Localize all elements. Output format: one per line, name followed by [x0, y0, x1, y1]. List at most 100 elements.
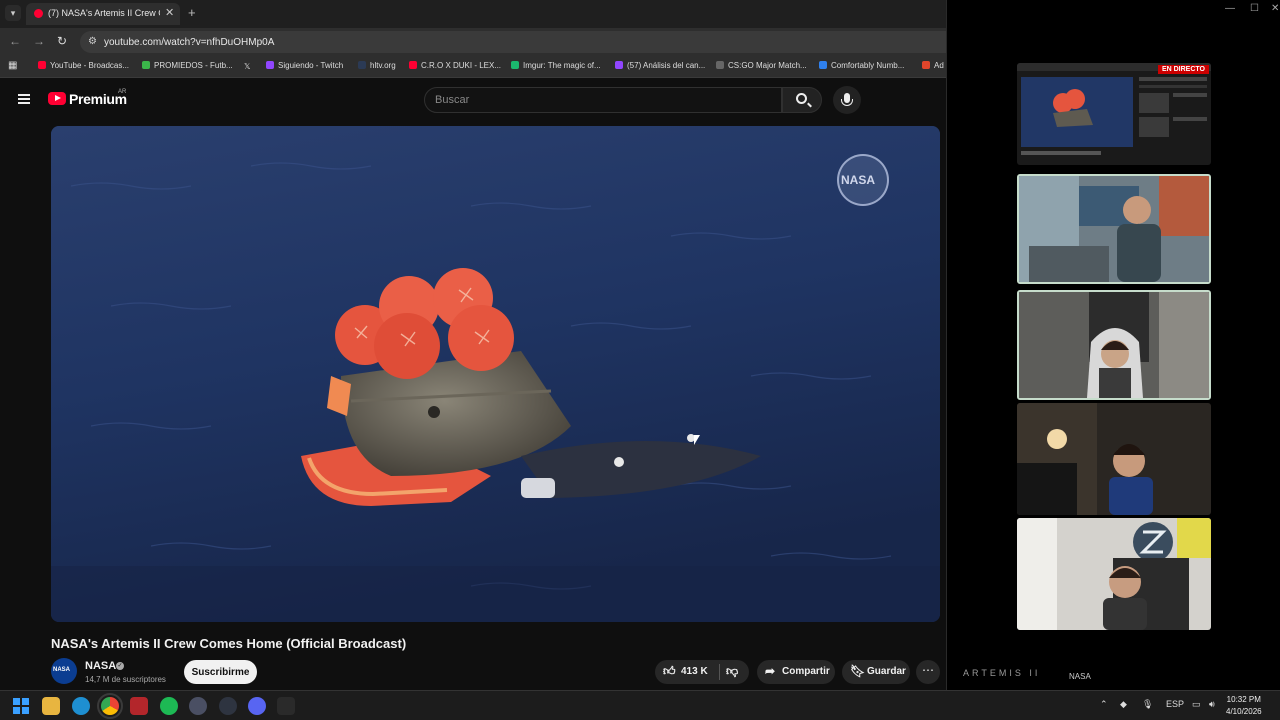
screen-share-thumbnail[interactable]: EN DIRECTO [1017, 63, 1211, 165]
network-icon[interactable]: ▭ [1192, 699, 1201, 710]
bookmark-label: C.R.O X DUKI - LEX... [421, 61, 502, 70]
bookmark-item[interactable]: PROMIEDOS - Futb... [142, 61, 233, 70]
share-icon: ➦ [765, 664, 776, 678]
back-arrow-icon[interactable]: ← [9, 34, 21, 48]
omnibox[interactable]: ⚙ youtube.com/watch?v=nfhDuOHMp0A [80, 31, 946, 53]
bookmark-favicon-icon [38, 61, 46, 69]
webcam-frame-3 [1017, 403, 1211, 515]
forward-arrow-icon[interactable]: → [33, 34, 45, 48]
bookmark-item[interactable]: (57) Análisis del can... [615, 61, 705, 70]
bookmark-item[interactable]: Ad [922, 61, 944, 70]
channel-name[interactable]: NASA [85, 660, 116, 672]
webcam-tile-1[interactable] [1017, 174, 1211, 284]
thumbs-up-icon[interactable]: 👍︎ [663, 664, 676, 679]
system-clock[interactable]: 10:32 PM 4/10/2026 [1226, 694, 1262, 718]
video-title: NASA's Artemis II Crew Comes Home (Offic… [51, 636, 407, 651]
microphone-icon [841, 93, 853, 106]
bookmark-favicon-icon [511, 61, 519, 69]
spotify-icon[interactable] [160, 697, 178, 715]
bookmark-favicon-icon: 𝕏 [244, 62, 251, 71]
chrome-icon[interactable] [97, 693, 123, 719]
bookmark-item[interactable]: Imgur: The magic of... [511, 61, 601, 70]
bookmark-favicon-icon [922, 61, 930, 69]
bookmark-favicon-icon [358, 61, 366, 69]
search-button[interactable] [782, 87, 822, 113]
maximize-icon[interactable]: ☐ [1250, 3, 1259, 14]
apps-grid-icon[interactable]: ▦ [8, 60, 17, 71]
subscribe-button[interactable]: Suscribirme [184, 660, 257, 684]
search-icon [796, 93, 807, 104]
windows-start-icon[interactable] [12, 697, 30, 715]
taskbar: ⌃ ◆ 🎙︎ ESP ▭ 🔊︎ 10:32 PM 4/10/2026 [0, 690, 1280, 720]
file-explorer-icon[interactable] [42, 697, 60, 715]
tab-close-icon[interactable]: ✕ [165, 6, 174, 19]
webcam-frame-1 [1019, 176, 1209, 282]
search-input[interactable]: Buscar [424, 87, 782, 113]
webcam-tile-3[interactable] [1017, 403, 1211, 515]
search-placeholder: Buscar [435, 94, 470, 106]
avatar-text: NASA [53, 667, 71, 673]
epic-games-icon[interactable] [277, 697, 295, 715]
bookmark-label: Imgur: The magic of... [523, 61, 601, 70]
save-label: Guardar [867, 666, 906, 677]
address-bar: ← → ↻ ⚙ youtube.com/watch?v=nfhDuOHMp0A [0, 28, 946, 56]
webcam-tile-4[interactable] [1017, 518, 1211, 630]
video-player[interactable]: NASA [51, 126, 940, 622]
new-tab-button[interactable]: + [188, 5, 196, 20]
more-actions-button[interactable]: ⋯ [916, 660, 940, 684]
site-info-icon[interactable]: ⚙ [88, 36, 97, 47]
like-count[interactable]: 413 K [681, 666, 708, 677]
app-icon[interactable] [189, 697, 207, 715]
tray-app-icon[interactable]: ◆ [1120, 699, 1127, 710]
tray-microphone-icon[interactable]: 🎙︎ [1142, 699, 1153, 710]
bookmark-favicon-icon [266, 61, 274, 69]
tab-search-button[interactable]: ▾ [5, 5, 21, 21]
bookmark-label: YouTube - Broadcas... [50, 61, 130, 70]
bookmark-item[interactable]: CS:GO Major Match... [716, 61, 807, 70]
panel-channel-name: NASA [1069, 672, 1091, 681]
nasa-watermark-icon: NASA [837, 154, 889, 206]
bookmark-item[interactable]: hltv.org [358, 61, 396, 70]
obs-icon[interactable] [130, 697, 148, 715]
edge-icon[interactable] [72, 697, 90, 715]
channel-avatar[interactable]: NASA [51, 658, 77, 684]
country-code: AR [118, 89, 127, 95]
bookmark-item[interactable]: 𝕏 [244, 61, 256, 71]
menu-icon[interactable] [18, 94, 30, 104]
language-indicator[interactable]: ESP [1166, 699, 1184, 709]
share-button[interactable]: ➦ Compartir [757, 660, 835, 684]
bookmark-label: hltv.org [370, 61, 396, 70]
bookmark-favicon-icon [716, 61, 724, 69]
bookmark-label: (57) Análisis del can... [627, 61, 706, 70]
bookmark-label: CS:GO Major Match... [728, 61, 807, 70]
close-window-icon[interactable]: ✕ [1271, 3, 1279, 14]
artemis-banner: ARTEMIS II [963, 668, 1041, 678]
youtube-logo-icon[interactable] [48, 92, 66, 105]
thumbs-down-icon[interactable]: 👎︎ [726, 664, 738, 679]
bookmark-label: Ad [934, 61, 944, 70]
bookmark-item[interactable]: Comfortably Numb... [819, 61, 904, 70]
minimize-icon[interactable]: — [1225, 3, 1235, 14]
bookmark-icon: 🔖︎ [850, 664, 866, 678]
volume-icon[interactable]: 🔊︎ [1209, 699, 1215, 710]
bookmark-favicon-icon [819, 61, 827, 69]
browser-window: ▾ (7) NASA's Artemis II Crew Com ✕ + ← →… [0, 0, 946, 690]
stream-side-panel: — ☐ ✕ EN DIRECTO ARTEMIS II NASA [946, 0, 1280, 690]
discord-icon[interactable] [248, 697, 266, 715]
save-button[interactable]: 🔖︎ Guardar [842, 660, 910, 684]
webcam-tile-2[interactable] [1017, 290, 1211, 400]
verified-badge-icon: ✓ [116, 662, 124, 670]
bookmark-item[interactable]: YouTube - Broadcas... [38, 61, 129, 70]
bookmark-item[interactable]: C.R.O X DUKI - LEX... [409, 61, 501, 70]
tray-chevron-icon[interactable]: ⌃ [1100, 699, 1108, 710]
voice-search-button[interactable] [833, 86, 861, 114]
tab-youtube[interactable]: (7) NASA's Artemis II Crew Com ✕ [26, 3, 180, 25]
bookmark-favicon-icon [615, 61, 623, 69]
like-dislike-group: 👍︎ 413 K 👎︎ [655, 660, 749, 684]
steam-icon[interactable] [219, 697, 237, 715]
mouse-cursor-icon [694, 435, 700, 445]
youtube-favicon-icon [34, 9, 43, 18]
reload-icon[interactable]: ↻ [57, 34, 67, 48]
bookmark-favicon-icon [409, 61, 417, 69]
bookmark-item[interactable]: Siguiendo - Twitch [266, 61, 343, 70]
